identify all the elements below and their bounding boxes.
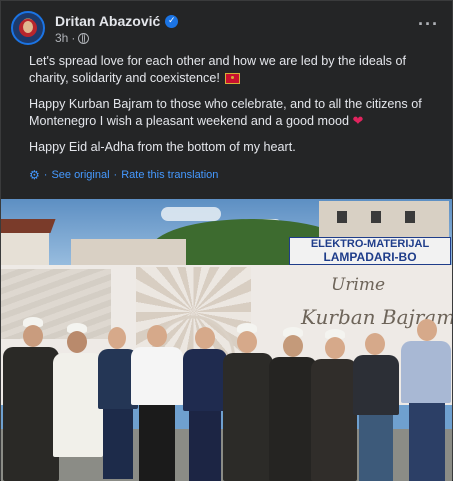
person-body: [311, 359, 357, 481]
person-legs: [139, 405, 175, 481]
window: [337, 211, 347, 223]
map-panel: [1, 269, 111, 339]
person-legs: [103, 409, 133, 479]
person-head: [325, 337, 345, 359]
person-head: [195, 327, 215, 349]
person-body: [3, 347, 59, 481]
montenegro-flag-icon: [225, 73, 241, 85]
person-head: [67, 331, 87, 353]
person-head: [237, 331, 257, 353]
person-head: [365, 333, 385, 355]
person-legs: [189, 411, 221, 481]
author-row: Dritan Abazović ✓: [55, 12, 179, 30]
person-head: [108, 327, 126, 349]
translation-row: ⚙ · See original · Rate this translation: [29, 168, 218, 182]
person-head: [417, 319, 437, 341]
person-body: [131, 347, 183, 405]
paragraph-text: Happy Eid al-Adha from the bottom of my …: [29, 140, 296, 154]
person-body: [401, 341, 451, 403]
person-legs: [359, 415, 393, 481]
gear-icon: ⚙: [29, 168, 40, 182]
paragraph-text: Let's spread love for each other and how…: [29, 54, 406, 85]
post-paragraph: Happy Kurban Bajram to those who celebra…: [29, 96, 444, 130]
person-body: [223, 353, 273, 481]
globe-icon[interactable]: [78, 32, 90, 44]
post-paragraph: Let's spread love for each other and how…: [29, 53, 444, 87]
person-legs: [409, 403, 445, 481]
post-time[interactable]: 3h: [55, 31, 68, 45]
person-head: [147, 325, 167, 347]
post-text: Let's spread love for each other and how…: [29, 53, 444, 165]
facebook-post: Dritan Abazović ✓ 3h · ··· Let's spread …: [0, 0, 453, 481]
person-head: [283, 335, 303, 357]
verified-badge-icon: ✓: [165, 14, 179, 28]
banner-text: Urime: [331, 275, 386, 295]
meta-separator: ·: [71, 31, 76, 45]
window: [405, 211, 415, 223]
rate-translation-link[interactable]: Rate this translation: [121, 169, 218, 181]
more-options-button[interactable]: ···: [418, 15, 439, 33]
post-meta: 3h ·: [55, 31, 90, 45]
house-roof: [1, 219, 56, 233]
post-photo[interactable]: ELEKTRO-MATERIJAL LAMPADARI-BO Urime Kur…: [1, 199, 452, 481]
person-body: [53, 353, 103, 457]
shop-sign: ELEKTRO-MATERIJAL LAMPADARI-BO: [289, 237, 451, 265]
avatar-face: [23, 21, 33, 33]
person-body: [183, 349, 227, 411]
person-head: [23, 325, 43, 347]
author-name[interactable]: Dritan Abazović: [55, 13, 160, 29]
heart-icon: ❤: [352, 114, 364, 129]
person-body: [353, 355, 399, 415]
see-original-link[interactable]: See original: [51, 169, 109, 181]
cloud: [161, 207, 221, 221]
author-avatar[interactable]: [11, 11, 45, 45]
window: [371, 211, 381, 223]
meta-separator: ·: [43, 169, 48, 181]
post-paragraph: Happy Eid al-Adha from the bottom of my …: [29, 139, 444, 156]
sign-text: LAMPADARI-BO: [323, 250, 417, 264]
person-body: [269, 357, 317, 481]
post-header: Dritan Abazović ✓ 3h · ···: [11, 9, 447, 47]
meta-separator: ·: [113, 169, 118, 181]
